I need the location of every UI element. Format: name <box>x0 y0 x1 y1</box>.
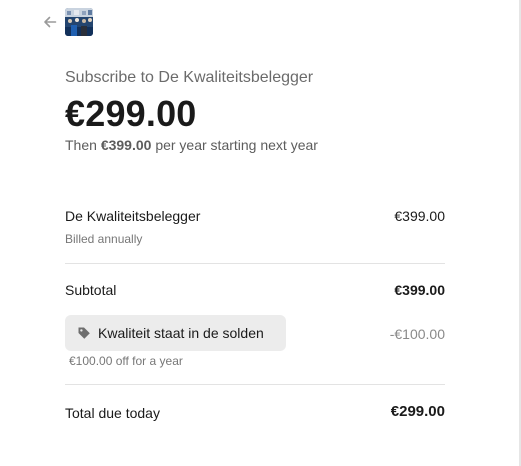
renewal-note: Then €399.00 per year starting next year <box>65 137 318 153</box>
subscribe-title: Subscribe to De Kwaliteitsbelegger <box>65 69 314 86</box>
renewal-amount: €399.00 <box>100 137 152 153</box>
line-item-name: De Kwaliteitsbelegger <box>65 208 201 224</box>
total-price: €299.00 <box>65 93 197 134</box>
total-due-amount: €299.00 <box>390 403 445 420</box>
subtotal-amount: €399.00 <box>394 282 445 298</box>
divider <box>65 384 445 385</box>
merchant-logo <box>65 8 93 36</box>
tag-icon <box>77 326 91 340</box>
promo-description: €100.00 off for a year <box>69 354 183 368</box>
renewal-prefix: Then <box>65 137 97 153</box>
divider <box>65 263 445 264</box>
subtotal-label: Subtotal <box>65 282 117 298</box>
renewal-suffix: per year starting next year <box>155 137 318 153</box>
arrow-left-icon[interactable] <box>43 15 57 29</box>
line-item-billing: Billed annually <box>65 232 143 246</box>
total-due-label: Total due today <box>65 405 160 421</box>
header <box>43 8 93 36</box>
line-item-amount: €399.00 <box>394 208 445 224</box>
promo-code-label: Kwaliteit staat in de solden <box>98 325 264 341</box>
promo-code-chip[interactable]: Kwaliteit staat in de solden <box>65 315 286 351</box>
discount-amount: -€100.00 <box>389 326 445 342</box>
